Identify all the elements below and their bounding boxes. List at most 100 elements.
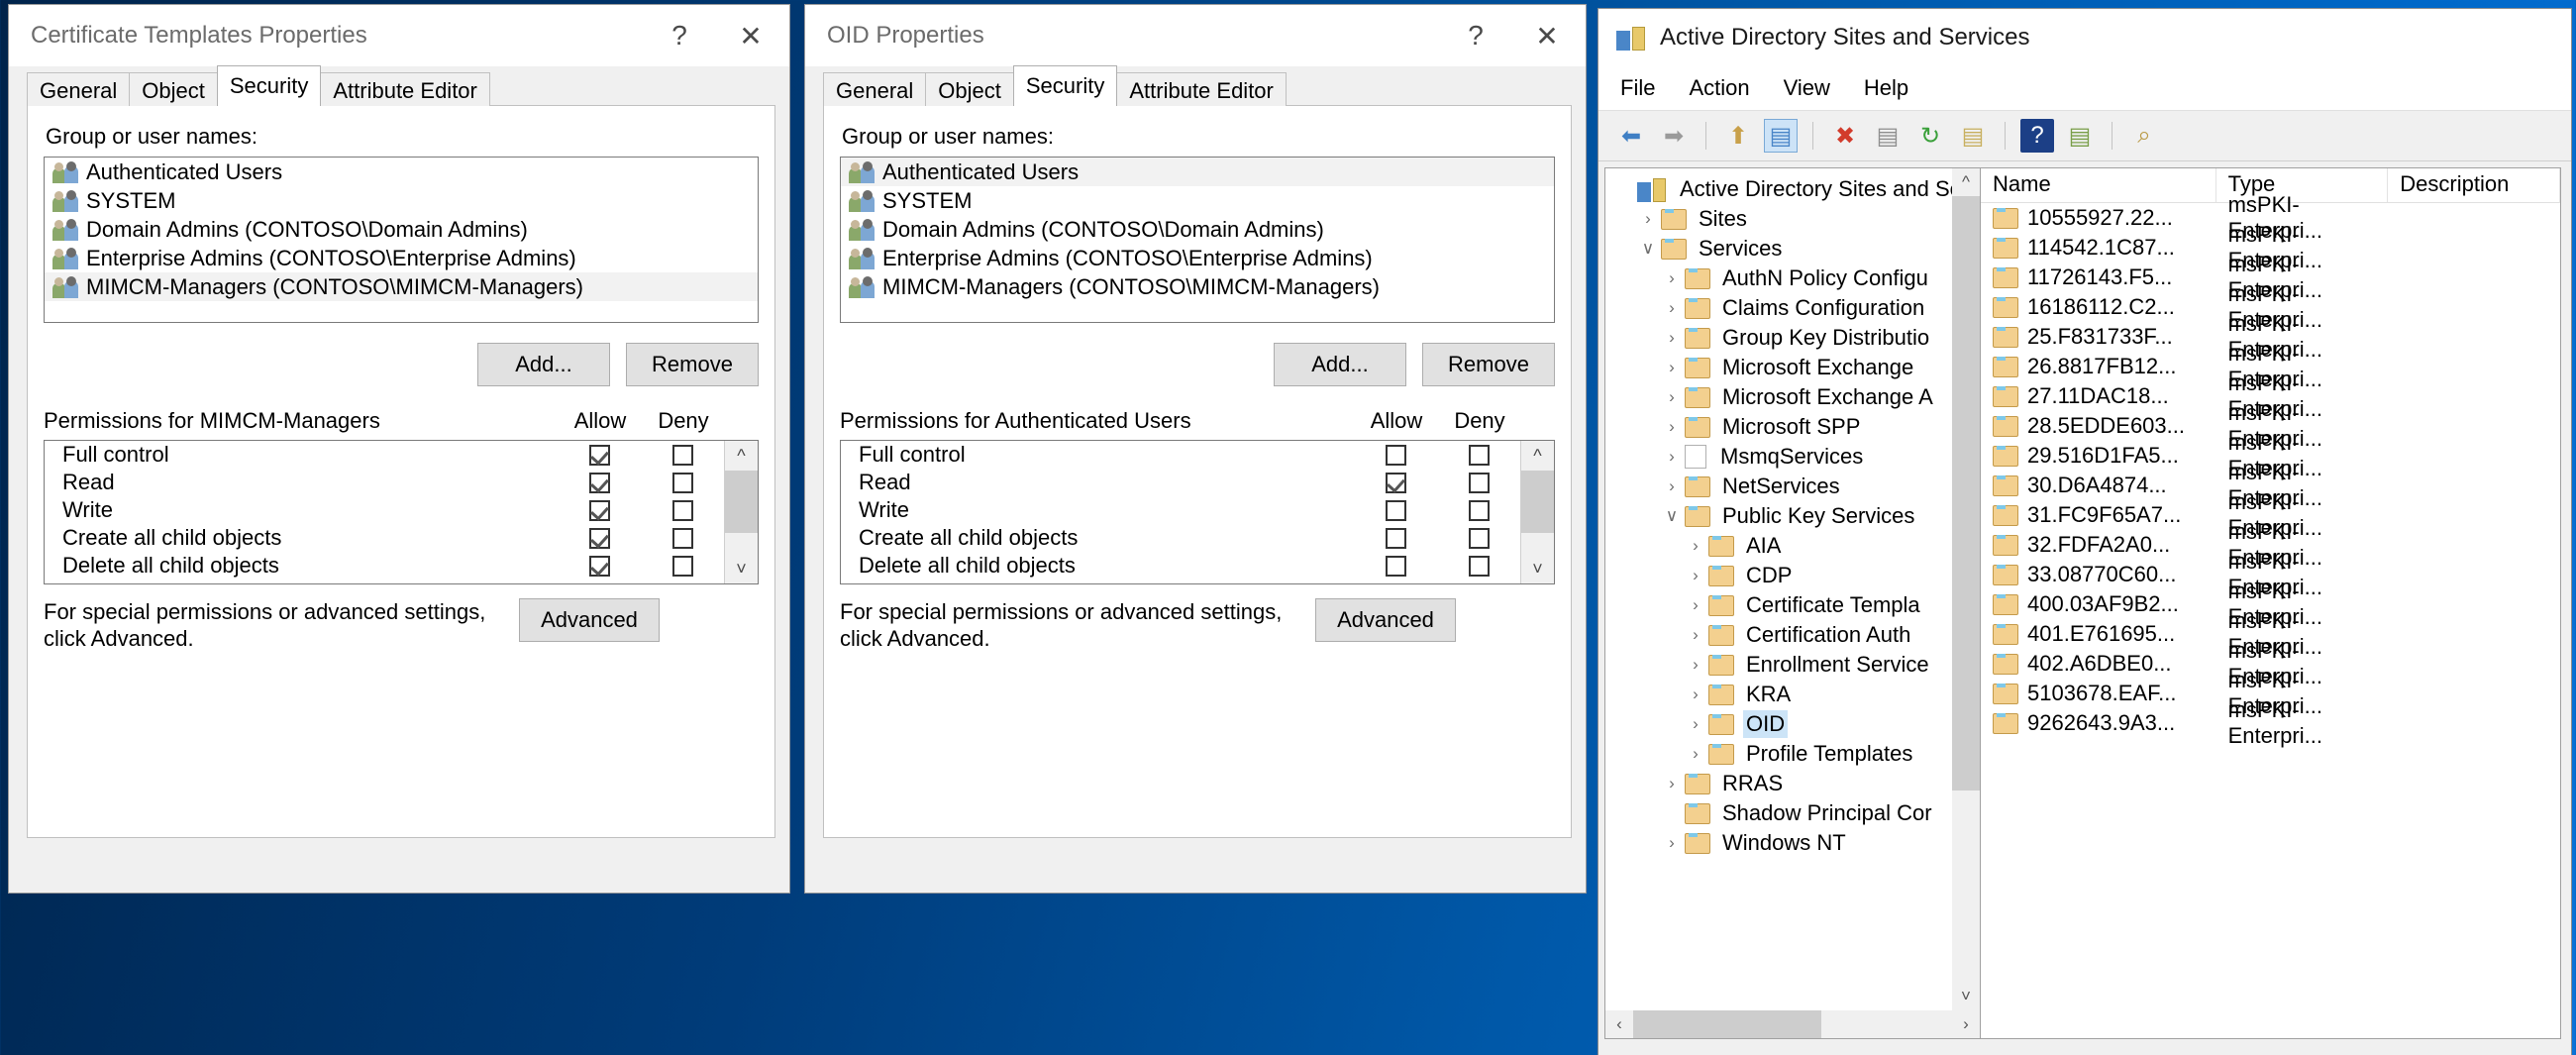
certificate-templates-properties-dialog[interactable]: Certificate Templates Properties ? ✕ Gen… bbox=[8, 4, 790, 894]
tab-security[interactable]: Security bbox=[1012, 65, 1118, 106]
list-item[interactable]: MIMCM-Managers (CONTOSO\MIMCM-Managers) bbox=[45, 272, 758, 301]
show-hide-console-tree-icon[interactable]: ▤ bbox=[1764, 119, 1798, 153]
deny-checkbox[interactable] bbox=[671, 499, 693, 521]
scroll-down-icon[interactable]: ˅ bbox=[1952, 983, 1980, 1010]
list-item[interactable]: Domain Admins (CONTOSO\Domain Admins) bbox=[841, 215, 1554, 244]
active-directory-sites-and-services-window[interactable]: Active Directory Sites and Services File… bbox=[1597, 8, 2572, 1055]
chevron-icon[interactable]: › bbox=[1683, 595, 1708, 615]
tree-item[interactable]: › Microsoft Exchange bbox=[1611, 353, 1956, 382]
properties-icon[interactable]: ▤ bbox=[1871, 119, 1905, 153]
tree-item[interactable]: › Sites bbox=[1611, 204, 1956, 234]
tree-item[interactable]: › CDP bbox=[1611, 561, 1956, 590]
deny-checkbox[interactable] bbox=[1468, 555, 1490, 577]
chevron-icon[interactable]: › bbox=[1683, 655, 1708, 675]
chevron-icon[interactable]: › bbox=[1683, 685, 1708, 704]
menu-item-file[interactable]: File bbox=[1620, 75, 1655, 101]
permissions-scrollbar[interactable]: ^ ˅ bbox=[724, 441, 758, 583]
chevron-icon[interactable]: › bbox=[1683, 536, 1708, 556]
menu-bar[interactable]: File Action View Help bbox=[1598, 66, 2571, 110]
scrollbar-thumb[interactable] bbox=[1633, 1010, 1821, 1038]
help-icon[interactable]: ? bbox=[1443, 5, 1508, 66]
chevron-icon[interactable]: › bbox=[1683, 566, 1708, 585]
table-row[interactable]: Full control bbox=[841, 441, 1520, 469]
export-list-icon[interactable]: ▤ bbox=[1956, 119, 1990, 153]
chevron-icon[interactable]: › bbox=[1683, 625, 1708, 645]
back-arrow-icon[interactable]: ⬅ bbox=[1614, 119, 1648, 153]
chevron-icon[interactable]: › bbox=[1659, 476, 1685, 496]
allow-checkbox[interactable] bbox=[588, 555, 610, 577]
allow-checkbox[interactable] bbox=[1385, 444, 1406, 466]
allow-checkbox[interactable] bbox=[1385, 527, 1406, 549]
remove-button[interactable]: Remove bbox=[1422, 343, 1555, 386]
chevron-icon[interactable]: › bbox=[1683, 744, 1708, 764]
group-or-user-names-list[interactable]: Authenticated Users SYSTEM Domain Admins (… bbox=[840, 157, 1555, 323]
add-button[interactable]: Add... bbox=[1274, 343, 1406, 386]
chevron-icon[interactable]: › bbox=[1659, 774, 1685, 793]
permissions-grid[interactable]: Full control Read Write Create all child ob… bbox=[44, 440, 759, 584]
scroll-left-icon[interactable]: ‹ bbox=[1605, 1010, 1633, 1038]
column-header-name[interactable]: Name bbox=[1981, 168, 2216, 202]
scrollbar-thumb[interactable] bbox=[725, 471, 758, 533]
menu-item-action[interactable]: Action bbox=[1689, 75, 1749, 101]
tree-item[interactable]: › AIA bbox=[1611, 531, 1956, 561]
table-row[interactable]: Read bbox=[45, 469, 724, 496]
scroll-down-icon[interactable]: ˅ bbox=[1521, 554, 1554, 583]
refresh-icon[interactable]: ↻ bbox=[1913, 119, 1947, 153]
list-item[interactable]: Domain Admins (CONTOSO\Domain Admins) bbox=[45, 215, 758, 244]
tree-horizontal-scrollbar[interactable]: ‹ › bbox=[1605, 1010, 1980, 1038]
help-icon[interactable]: ? bbox=[647, 5, 712, 66]
chevron-icon[interactable]: › bbox=[1683, 714, 1708, 734]
scrollbar-thumb[interactable] bbox=[1952, 196, 1980, 791]
scroll-up-icon[interactable]: ^ bbox=[725, 441, 758, 471]
details-list-pane[interactable]: Name Type Description 10555927.22... msPKI-… bbox=[1981, 167, 2561, 1039]
scrollbar-track[interactable] bbox=[725, 533, 758, 554]
tree-item[interactable]: › NetServices bbox=[1611, 472, 1956, 501]
tree-item[interactable]: › Certificate Templa bbox=[1611, 590, 1956, 620]
allow-checkbox[interactable] bbox=[1385, 555, 1406, 577]
tree-item[interactable]: › RRAS bbox=[1611, 769, 1956, 798]
dialog-title-bar[interactable]: Certificate Templates Properties ? ✕ bbox=[9, 5, 789, 66]
deny-checkbox[interactable] bbox=[671, 472, 693, 493]
chevron-icon[interactable]: ∨ bbox=[1635, 239, 1661, 259]
chevron-icon[interactable]: › bbox=[1659, 417, 1685, 437]
oid-properties-dialog[interactable]: OID Properties ? ✕ General Object Security… bbox=[804, 4, 1587, 894]
list-item[interactable]: MIMCM-Managers (CONTOSO\MIMCM-Managers) bbox=[841, 272, 1554, 301]
group-or-user-names-list[interactable]: Authenticated Users SYSTEM Domain Admins (… bbox=[44, 157, 759, 323]
tree-item[interactable]: › Claims Configuration bbox=[1611, 293, 1956, 323]
scroll-down-icon[interactable]: ˅ bbox=[725, 554, 758, 583]
tab-security[interactable]: Security bbox=[216, 65, 322, 106]
table-row[interactable]: Full control bbox=[45, 441, 724, 469]
tree-item[interactable]: › Microsoft Exchange A bbox=[1611, 382, 1956, 412]
tree-item[interactable]: › Microsoft SPP bbox=[1611, 412, 1956, 442]
permissions-grid[interactable]: Full control Read Write Create all child ob… bbox=[840, 440, 1555, 584]
allow-checkbox[interactable] bbox=[588, 527, 610, 549]
tree-item[interactable]: Shadow Principal Cor bbox=[1611, 798, 1956, 828]
deny-checkbox[interactable] bbox=[671, 555, 693, 577]
permissions-scrollbar[interactable]: ^ ˅ bbox=[1520, 441, 1554, 583]
scroll-up-icon[interactable]: ^ bbox=[1521, 441, 1554, 471]
console-tree-pane[interactable]: Active Directory Sites and Ser › Sites ∨ Ser… bbox=[1604, 167, 1981, 1039]
forward-arrow-icon[interactable]: ➡ bbox=[1657, 119, 1691, 153]
chevron-icon[interactable]: › bbox=[1659, 298, 1685, 318]
deny-checkbox[interactable] bbox=[1468, 527, 1490, 549]
table-row[interactable]: Delete all child objects bbox=[841, 552, 1520, 580]
table-row[interactable]: Read bbox=[841, 469, 1520, 496]
allow-checkbox[interactable] bbox=[588, 499, 610, 521]
tree-item[interactable]: › AuthN Policy Configu bbox=[1611, 264, 1956, 293]
chevron-icon[interactable]: › bbox=[1659, 328, 1685, 348]
deny-checkbox[interactable] bbox=[1468, 499, 1490, 521]
chevron-icon[interactable]: › bbox=[1659, 268, 1685, 288]
up-one-level-icon[interactable]: ⬆ bbox=[1721, 119, 1755, 153]
table-row[interactable]: Create all child objects bbox=[841, 524, 1520, 552]
tree-item[interactable]: ∨ Services bbox=[1611, 234, 1956, 264]
scrollbar-track[interactable] bbox=[1521, 533, 1554, 554]
tree-item[interactable]: ∨ Public Key Services bbox=[1611, 501, 1956, 531]
deny-checkbox[interactable] bbox=[1468, 472, 1490, 493]
table-row[interactable]: Delete all child objects bbox=[45, 552, 724, 580]
list-item[interactable]: Enterprise Admins (CONTOSO\Enterprise Ad… bbox=[841, 244, 1554, 272]
advanced-button[interactable]: Advanced bbox=[1315, 598, 1456, 642]
tree-item[interactable]: › MsmqServices bbox=[1611, 442, 1956, 472]
show-detail-pane-icon[interactable]: ▤ bbox=[2063, 119, 2097, 153]
tab-object[interactable]: Object bbox=[925, 72, 1014, 106]
tab-attribute-editor[interactable]: Attribute Editor bbox=[320, 72, 490, 106]
